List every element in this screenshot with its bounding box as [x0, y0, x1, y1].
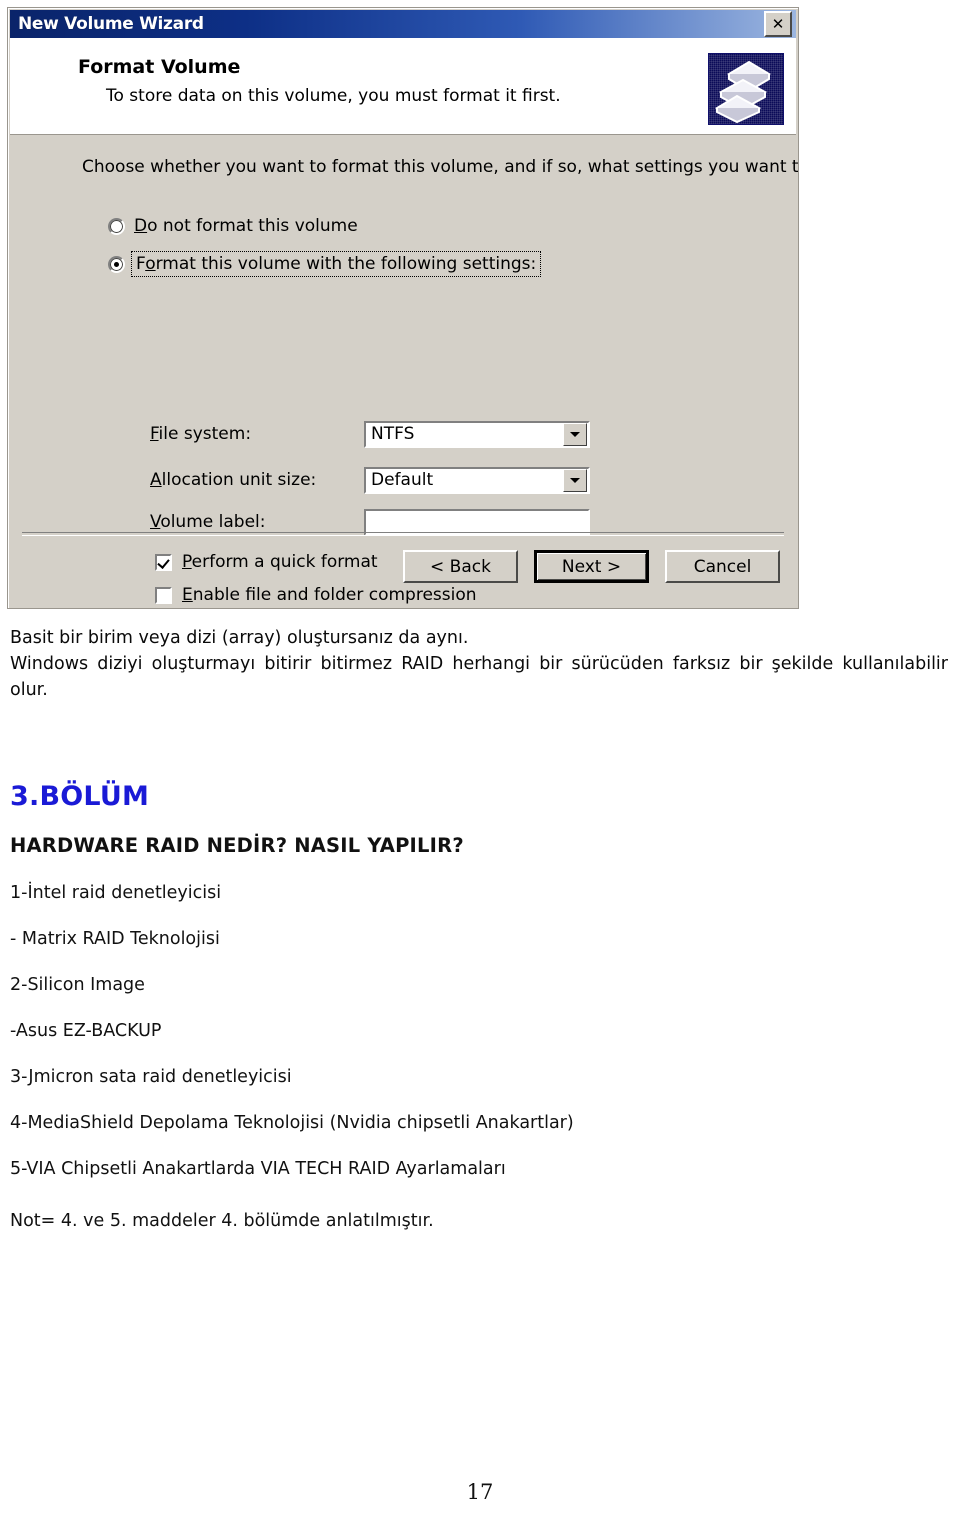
accel-key-a: A [150, 470, 162, 490]
wizard-body: Choose whether you want to format this v… [10, 136, 799, 606]
dialog-title: New Volume Wizard [18, 14, 204, 34]
field-allocation-unit-size: Allocation unit size: Default [150, 465, 590, 495]
allocation-unit-size-value: Default [371, 470, 434, 490]
page-title: Format Volume [78, 56, 241, 78]
list-item: - Matrix RAID Teknolojisi [10, 929, 220, 949]
list-item: -Asus EZ-BACKUP [10, 1021, 162, 1041]
list-item: 2-Silicon Image [10, 975, 145, 995]
accel-key-f: F [150, 424, 159, 444]
accel-key-o: o [145, 254, 156, 274]
checkbox-label-quick-format: Perform a quick format [182, 552, 378, 572]
disk-platters-icon [708, 53, 784, 125]
label-volume-label: Volume label: [150, 512, 364, 532]
radio-label-do-not-format-rest: o not format this volume [147, 216, 358, 236]
accel-key-d: D [134, 216, 148, 236]
new-volume-wizard-dialog: New Volume Wizard ✕ Format Volume To sto… [7, 7, 799, 609]
checkbox-indicator-quick-format[interactable] [155, 553, 172, 571]
intro-paragraph-line1: Basit bir birim veya dizi (array) oluştu… [10, 628, 469, 648]
checkbox-perform-quick-format[interactable]: Perform a quick format [155, 552, 378, 572]
dialog-titlebar: New Volume Wizard ✕ [10, 10, 796, 38]
radio-label-format-prefix: F [136, 254, 146, 274]
wizard-header-band: Format Volume To store data on this volu… [10, 38, 796, 135]
checkbox-label-compression: Enable file and folder compression [182, 585, 477, 605]
accel-key-e: E [182, 585, 193, 605]
radio-format-with-settings[interactable]: Format this volume with the following se… [108, 251, 542, 277]
checkbox-indicator-compression[interactable] [155, 586, 172, 604]
file-system-value: NTFS [371, 424, 415, 444]
note-text: Not= 4. ve 5. maddeler 4. bölümde anlatı… [10, 1211, 434, 1231]
page-number: 17 [466, 1480, 494, 1504]
document-body: Basit bir birim veya dizi (array) oluştu… [10, 625, 948, 1231]
checkbox-label-quick-format-rest: erform a quick format [191, 552, 378, 572]
radio-indicator-do-not-format[interactable] [108, 217, 125, 235]
back-button[interactable]: < Back [403, 550, 518, 583]
chevron-down-icon[interactable] [563, 422, 587, 446]
intro-paragraph-line2: Windows diziyi oluşturmayı bitirir bitir… [10, 654, 948, 700]
radio-indicator-format-with-settings[interactable] [108, 255, 125, 273]
cancel-button[interactable]: Cancel [665, 550, 780, 583]
list-item: 3-Jmicron sata raid denetleyicisi [10, 1067, 292, 1087]
field-file-system: File system: NTFS [150, 419, 590, 449]
list-item: 5-VIA Chipsetli Anakartlarda VIA TECH RA… [10, 1159, 506, 1179]
label-allocation-unit-size-rest: llocation unit size: [161, 470, 317, 490]
intro-paragraph: Basit bir birim veya dizi (array) oluştu… [10, 625, 948, 703]
dialog-button-bar: < Back Next > Cancel [403, 550, 780, 583]
checkbox-enable-compression[interactable]: Enable file and folder compression [155, 585, 477, 605]
chapter-heading: 3.BÖLÜM [10, 781, 150, 812]
list-item: 4-MediaShield Depolama Teknolojisi (Nvid… [10, 1113, 574, 1133]
label-volume-label-rest: olume label: [160, 512, 266, 532]
label-file-system-rest: ile system: [158, 424, 252, 444]
label-allocation-unit-size: Allocation unit size: [150, 470, 364, 490]
next-button[interactable]: Next > [534, 550, 649, 583]
close-icon[interactable]: ✕ [764, 11, 792, 37]
chevron-down-icon[interactable] [563, 468, 587, 492]
list-item: 1-İntel raid denetleyicisi [10, 883, 222, 903]
label-file-system: File system: [150, 424, 364, 444]
page-subtitle: To store data on this volume, you must f… [106, 86, 561, 106]
radio-label-format-with-settings: Format this volume with the following se… [130, 251, 542, 277]
radio-do-not-format[interactable]: Do not format this volume [108, 216, 358, 236]
instruction-text: Choose whether you want to format this v… [82, 157, 799, 177]
radio-label-format-rest: rmat this volume with the following sett… [155, 254, 537, 274]
radio-label-do-not-format: Do not format this volume [134, 216, 358, 236]
allocation-unit-size-select[interactable]: Default [364, 466, 590, 494]
checkbox-label-compression-rest: nable file and folder compression [192, 585, 477, 605]
accel-key-p: P [182, 552, 192, 572]
file-system-select[interactable]: NTFS [364, 420, 590, 448]
footer-divider [22, 532, 784, 536]
accel-key-v: V [150, 512, 161, 532]
chapter-subtitle: HARDWARE RAID NEDİR? NASIL YAPILIR? [10, 834, 464, 857]
